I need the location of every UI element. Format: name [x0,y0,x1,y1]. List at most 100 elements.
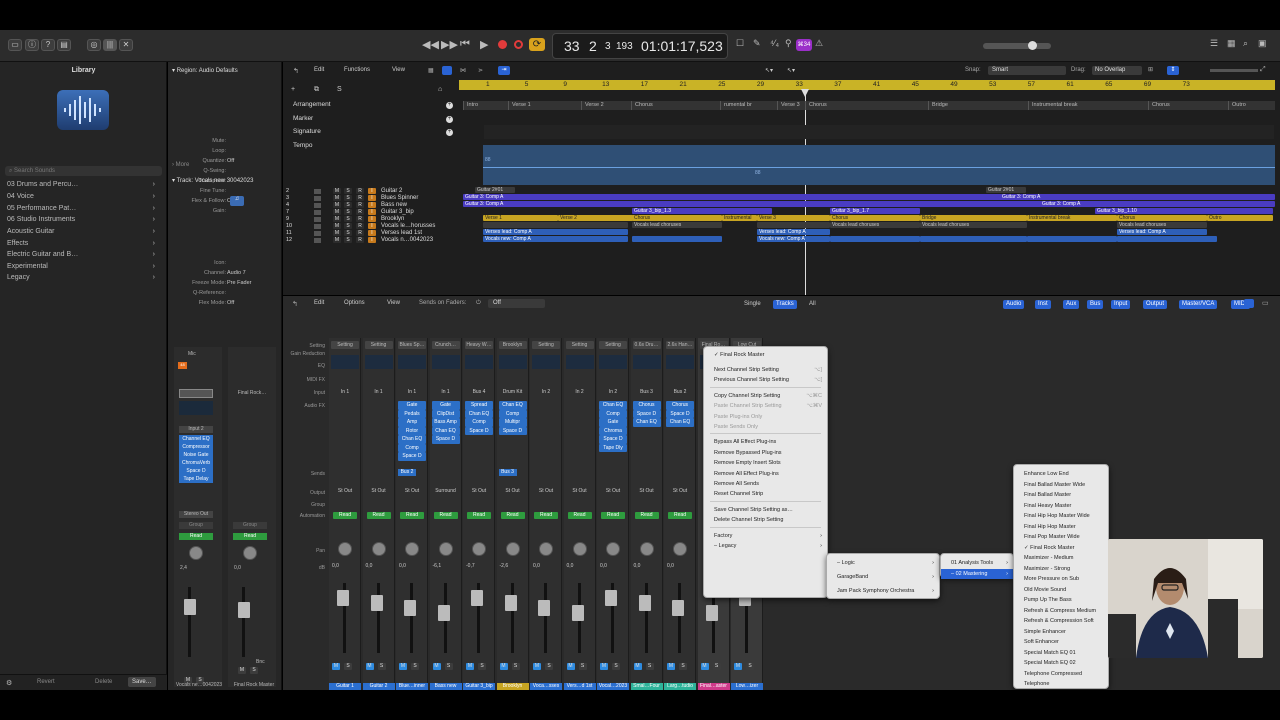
more-disclosure[interactable]: › More [172,162,189,168]
region[interactable] [1027,236,1117,242]
input-slot[interactable]: In 2 [599,389,627,395]
secondary-tool-icon[interactable]: ↖▾ [787,67,795,74]
pan-knob[interactable] [505,542,520,556]
menu-item[interactable]: Remove Bypassed Plug-ins [704,448,827,458]
track-record-button[interactable]: R [356,188,364,194]
plugin-slot[interactable]: Space D [498,426,527,435]
region[interactable] [632,236,722,242]
solo-button[interactable]: S [545,663,553,670]
automation-read[interactable]: Read [634,512,659,519]
volume-fader[interactable] [404,600,416,616]
eq-thumbnail[interactable] [599,355,627,369]
solo-button[interactable]: S [712,663,721,670]
track-solo-button[interactable]: S [344,237,352,243]
menu-item[interactable]: Bypass All Effect Plug-ins [704,437,827,447]
mixer-filter-button[interactable]: Aux [1063,300,1080,309]
key-command-badge[interactable]: ⌘34 [796,39,812,51]
plugin-slot[interactable]: Space D [632,409,661,418]
inspector-toggle-icon[interactable]: ⓘ [25,39,39,51]
track-inspector-header[interactable]: ▾ Track: Vocals new 30042023 [172,177,253,184]
vertical-zoom-icon[interactable]: ⇕ [1167,66,1179,75]
automation-read[interactable]: Read [668,512,692,519]
add-marker-icon[interactable]: + [446,115,453,123]
region[interactable]: Verses lead: Comp A [1117,229,1207,235]
plugin-slot[interactable]: ChromaVerb [179,459,213,467]
arrangement-marker[interactable]: Intro [463,101,508,110]
single-view-button[interactable]: Single [741,300,764,309]
mixer-filter-button[interactable]: Input [1111,300,1131,309]
track-record-button[interactable]: R [356,202,364,208]
track-input-monitor-button[interactable]: I [368,230,376,236]
library-category[interactable]: Legacy › [7,274,157,281]
region[interactable] [1117,236,1217,242]
warning-icon[interactable]: ⚠ [815,38,823,49]
back-icon[interactable]: ↰ [293,67,299,75]
notepad-icon[interactable]: ▦ [1227,38,1236,49]
send-slot[interactable]: Bus 3 [498,469,517,476]
grid-view-icon[interactable]: ▦ [428,67,437,75]
region[interactable]: Vocals new: Comp A [757,236,830,242]
library-search-input[interactable]: ⌕ Search Sounds [5,166,162,176]
volume-fader[interactable] [672,600,684,616]
solo-button[interactable]: S [250,667,258,674]
menu-item[interactable]: Refresh & Compress Medium [1014,606,1108,616]
global-tracks-icon[interactable]: ⌂ [438,86,442,93]
plugin-slot[interactable]: Space D [465,426,493,435]
plugin-slot[interactable]: Amp [398,418,426,427]
plugin-slot[interactable]: Comp [465,418,493,427]
plugin-slot[interactable]: Space D [431,435,460,444]
mixer-edit-menu[interactable]: Edit [314,300,324,306]
menu-item[interactable]: Enhance Low End [1014,469,1108,479]
mute-button[interactable]: M [633,663,642,670]
solo-button[interactable]: S [478,663,486,670]
plugin-slot[interactable]: Chan EQ [599,401,627,410]
arrangement-marker[interactable]: Chorus [1148,101,1228,110]
menu-item[interactable]: Special Match EQ 02 [1014,658,1108,668]
catch-icon[interactable]: ⇥ [498,66,510,75]
solo-button[interactable]: S [612,663,620,670]
region[interactable]: Vocals lead choruses [830,222,920,228]
capture-record-icon[interactable] [514,40,523,49]
channel-strip-setting[interactable]: Setting [565,341,594,349]
menu-item[interactable]: Factory › [704,531,827,541]
pan-knob[interactable] [606,542,620,556]
master-volume-knob[interactable] [1028,41,1037,50]
plugin-slot[interactable]: Chan EQ [465,409,493,418]
output-slot[interactable]: Stereo Out [179,511,213,518]
output-slot[interactable]: St Out [365,488,393,494]
track-mute-button[interactable]: M [333,223,341,229]
menu-item[interactable]: – Logic › [827,558,939,568]
channel-strip-setting[interactable]: Setting [364,341,393,349]
input-slot[interactable]: Bus 4 [465,389,493,395]
solo-button[interactable]: S [746,663,754,670]
solo-icon[interactable]: S [337,86,342,93]
mute-button[interactable]: M [700,663,709,670]
help-icon[interactable]: ? [41,39,55,51]
automation-read[interactable]: Read [601,512,625,519]
wide-strip-icon[interactable]: ▭ [1262,299,1269,307]
tuning-fork-icon[interactable]: ✎ [753,38,761,49]
search-icon[interactable]: ⌕ [1243,38,1248,49]
smart-controls-icon[interactable]: ◎ [87,39,101,51]
track-record-button[interactable]: R [356,195,364,201]
pan-knob[interactable] [673,542,687,556]
sends-on-faders-select[interactable]: Off [488,299,545,308]
menu-item[interactable]: 01 Analysis Tools › [941,558,1013,568]
automation-read[interactable]: Read [567,512,592,519]
plugin-slot[interactable]: Chorus [666,401,694,410]
region[interactable]: Vocals new: Comp A [483,236,628,242]
plugin-slot[interactable]: Bass Amp [431,418,460,427]
region[interactable]: Instrumental break [1027,215,1117,221]
automation-read[interactable]: Read [534,512,558,519]
eq-thumbnail[interactable] [632,355,661,369]
menu-item[interactable]: Telephone [1014,679,1108,689]
track-mute-button[interactable]: M [333,188,341,194]
menu-item[interactable]: Maximizer - Strong [1014,564,1108,574]
menu-item[interactable]: Jam Pack Symphony Orchestra › [827,586,939,596]
menu-item[interactable]: GarageBand › [827,572,939,582]
volume-fader[interactable] [437,605,450,621]
output-slot[interactable]: St Out [532,488,560,494]
list-view-icon[interactable] [442,66,452,75]
channel-strip-setting[interactable]: Heavy W… [465,341,493,349]
volume-fader[interactable] [705,605,718,621]
